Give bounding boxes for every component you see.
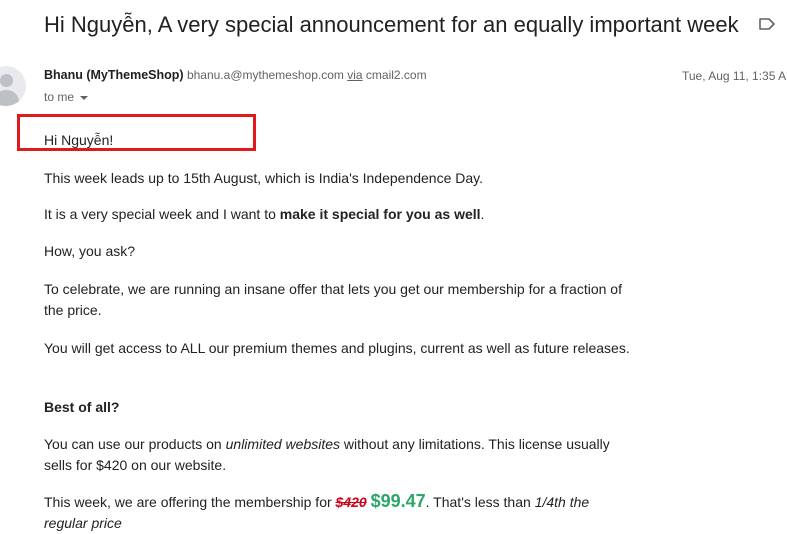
old-price: $420	[335, 494, 367, 510]
email-subject: Hi Nguyễn, A very special announcement f…	[44, 12, 739, 37]
new-price: $99.47	[370, 491, 426, 511]
paragraph-8: This week, we are offering the membershi…	[44, 491, 590, 531]
paragraph-3: How, you ask?	[44, 243, 136, 259]
sender-line: Bhanu (MyThemeShop) bhanu.a@mythemeshop.…	[44, 67, 427, 83]
default-avatar-icon[interactable]	[0, 66, 26, 106]
italic-text: unlimited websites	[225, 436, 341, 452]
paragraph-6: Best of all?	[44, 399, 120, 415]
emphasis-text: make it special for you as well	[279, 206, 481, 222]
paragraph-5: You will get access to ALL our premium t…	[44, 340, 630, 356]
sender-name[interactable]: Bhanu (MyThemeShop)	[44, 68, 184, 82]
paragraph-7: You can use our products on unlimited we…	[44, 436, 610, 473]
paragraph-2: It is a very special week and I want to …	[44, 206, 485, 222]
email-date: Tue, Aug 11, 1:35 A	[682, 69, 787, 83]
recipient-label: to me	[44, 90, 75, 104]
chevron-down-icon[interactable]	[80, 95, 89, 100]
via-domain: cmail2.com	[365, 68, 427, 82]
paragraph-4: To celebrate, we are running an insane o…	[44, 281, 622, 318]
greeting: Hi Nguyễn!	[44, 132, 114, 148]
label-arrow-icon[interactable]	[757, 14, 777, 34]
via-link[interactable]: via	[347, 68, 362, 82]
sender-email: bhanu.a@mythemeshop.com	[186, 68, 344, 82]
paragraph-1: This week leads up to 15th August, which…	[44, 170, 484, 186]
recipient-toggle[interactable]: to me	[44, 89, 89, 105]
